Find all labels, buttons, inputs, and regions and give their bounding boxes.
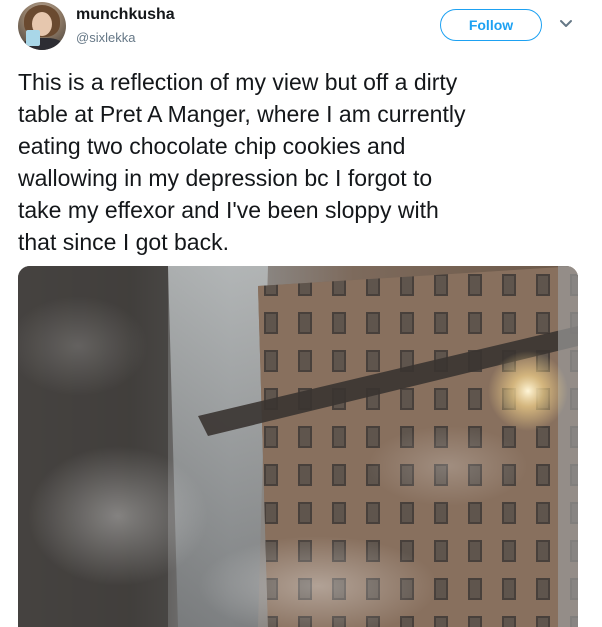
avatar-cup: [26, 30, 40, 46]
tweet-text: This is a reflection of my view but off …: [18, 69, 466, 255]
follow-button[interactable]: Follow: [440, 9, 542, 41]
tweet-card: munchkusha @sixlekka Follow This is a re…: [0, 0, 602, 627]
display-name[interactable]: munchkusha: [76, 6, 175, 24]
reflection-photo-image: [18, 266, 578, 627]
tweet-photo[interactable]: [18, 266, 578, 627]
chevron-down-icon[interactable]: [556, 14, 576, 34]
user-handle[interactable]: @sixlekka: [76, 30, 135, 45]
user-avatar[interactable]: [18, 2, 66, 50]
